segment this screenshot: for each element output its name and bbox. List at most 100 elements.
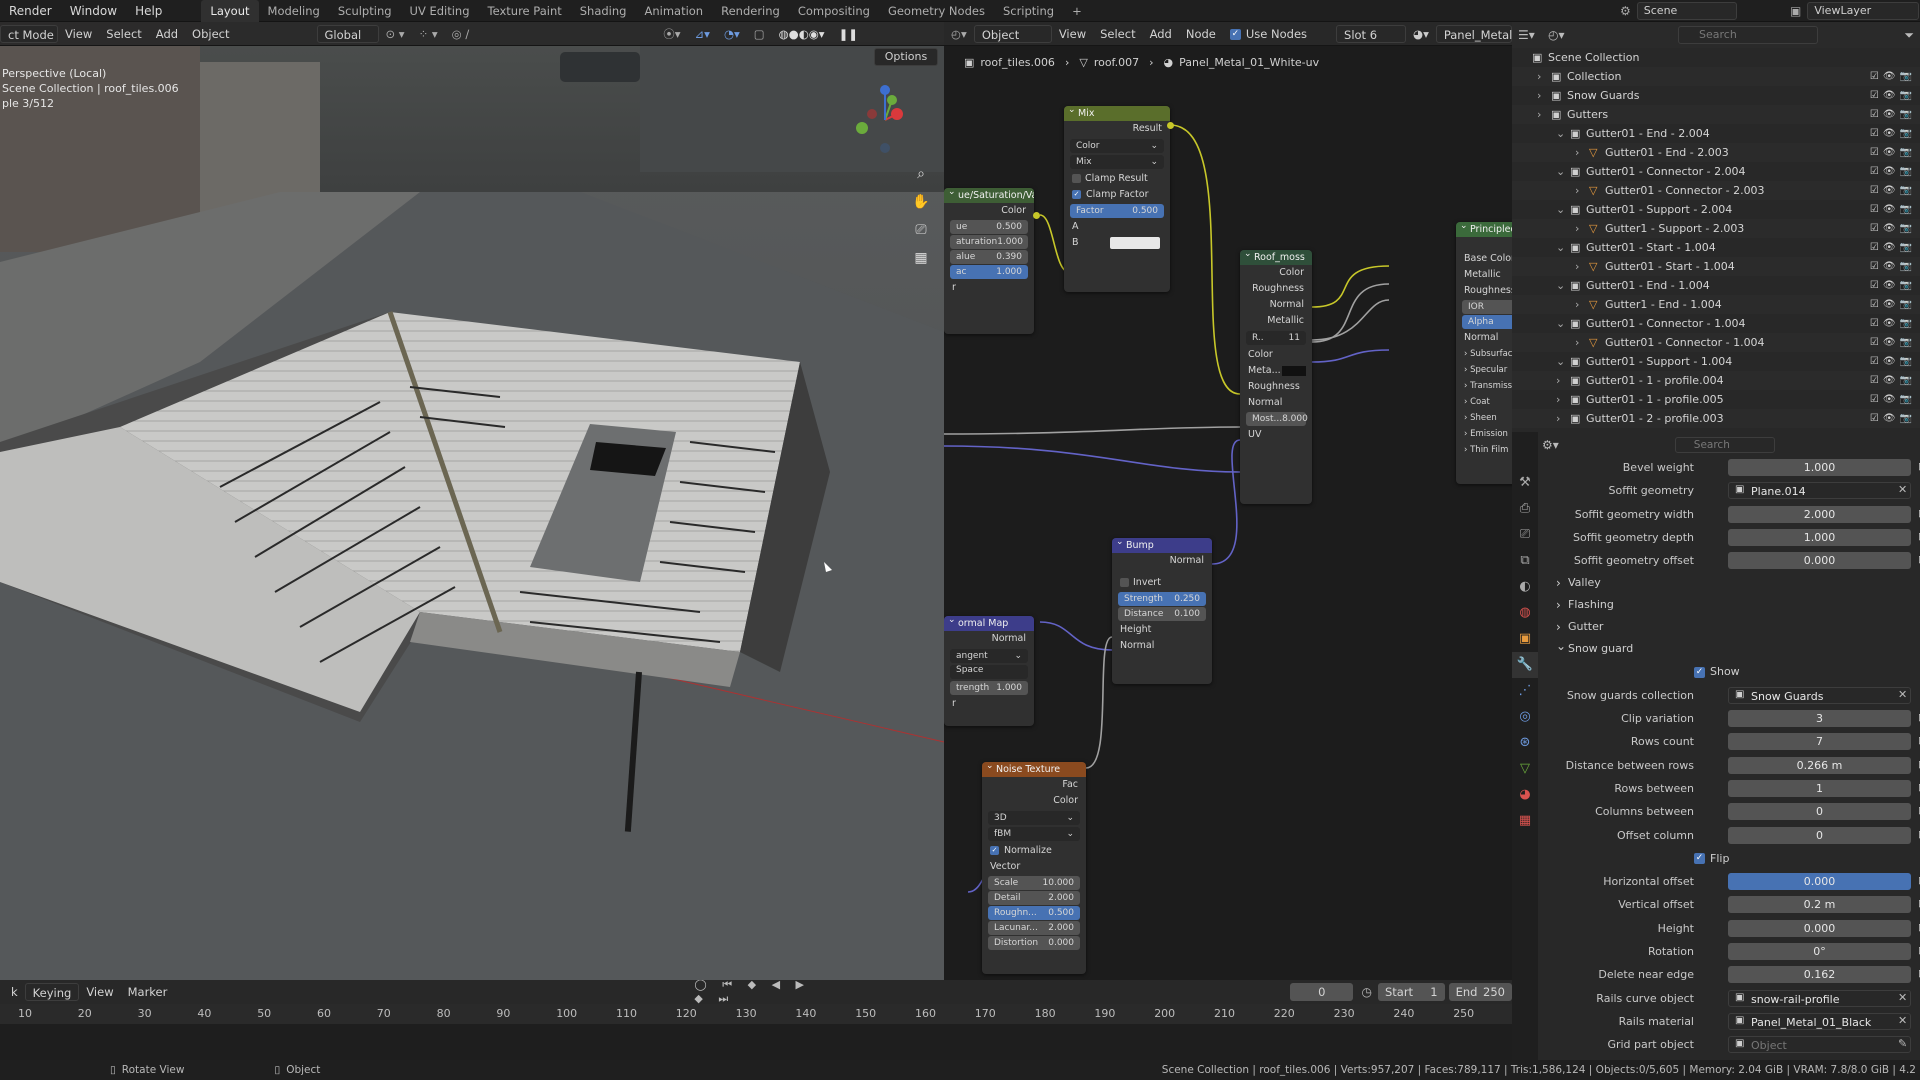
start-frame-field[interactable]: Start 1	[1377, 983, 1445, 1001]
field-lacunarity[interactable]: Lacunar... 2.000	[988, 921, 1080, 935]
visibility-toggle-icons[interactable]: ☑👁📷	[1870, 371, 1916, 390]
timeline[interactable]: k Keying View Marker ◯ ⏮ ◆ ◀ ▶ ◆ ⏭ 0 ◷ S…	[0, 980, 1512, 1060]
menu-help[interactable]: Help	[126, 0, 171, 22]
visibility-toggle-icons[interactable]: ☑👁📷	[1870, 409, 1916, 428]
node-menu-select[interactable]: Select	[1093, 25, 1142, 43]
clear-x-icon[interactable]: ✕	[1898, 483, 1907, 496]
clamp-factor-toggle[interactable]: ✓ Clamp Factor	[1064, 187, 1170, 203]
object-icon[interactable]: ▣	[1512, 626, 1538, 652]
expand-chevron-icon[interactable]: ›	[1537, 86, 1541, 105]
expand-chevron-icon[interactable]: ›	[1575, 257, 1579, 276]
section-transmission[interactable]: › Transmiss	[1456, 378, 1512, 394]
field-ior[interactable]: IOR	[1462, 300, 1512, 314]
node-menu-view[interactable]: View	[1052, 25, 1093, 43]
expand-chevron-icon[interactable]: ⌄	[1556, 162, 1565, 181]
timeline-menu-marker[interactable]: Marker	[121, 983, 175, 1001]
mode-selector[interactable]: ct Mode	[0, 24, 58, 43]
number-field[interactable]: 0°	[1728, 943, 1911, 961]
timeline-menu-view[interactable]: View	[79, 983, 120, 1001]
number-field[interactable]: 0.2 m	[1728, 896, 1911, 914]
node-roof-moss[interactable]: Roof_moss Color Roughness Normal Metalli…	[1240, 250, 1312, 504]
outliner-row[interactable]: › ▽ Gutter1 - End - 1.004 ☑👁📷	[1512, 295, 1920, 314]
color-swatch[interactable]	[1110, 237, 1160, 249]
expand-chevron-icon[interactable]: ›	[1575, 181, 1579, 200]
visibility-toggle-icons[interactable]: ☑👁📷	[1870, 238, 1916, 257]
clear-x-icon[interactable]: ✕	[1898, 688, 1907, 701]
timeline-menu-playback[interactable]: k	[4, 983, 25, 1001]
tab-uv-editing[interactable]: UV Editing	[401, 0, 479, 22]
expand-chevron-icon[interactable]: ›	[1575, 143, 1579, 162]
constraints-icon[interactable]: ⊛	[1512, 730, 1538, 756]
end-frame-field[interactable]: End 250	[1448, 983, 1512, 1001]
timeline-track[interactable]	[0, 1024, 1512, 1060]
number-field[interactable]: 0.000	[1728, 873, 1911, 891]
properties-editor[interactable]: ⚒ ⎙ ⎚ ⧉ ◐ ◍ ▣ 🔧 ⋰ ◎ ⊛ ▽ ◕ ▦ ⚙▾ Search Be…	[1512, 432, 1920, 1060]
record-icon[interactable]: ◯	[694, 980, 712, 991]
overlay-toggle-icon[interactable]: ◔▾	[717, 25, 747, 43]
gizmo-toggle-icon[interactable]: ⊿▾	[688, 25, 717, 43]
properties-search-input[interactable]: Search	[1674, 437, 1775, 453]
particles-icon[interactable]: ⋰	[1512, 678, 1538, 704]
editor-type-icon[interactable]: ◴▾	[944, 25, 974, 43]
object-picker-field[interactable]: Object	[1728, 1036, 1911, 1054]
material-sphere-icon[interactable]: ◕▾	[1406, 25, 1436, 43]
expand-chevron-icon[interactable]: ›	[1537, 105, 1541, 124]
panel-section-header[interactable]: Flashing	[1538, 594, 1920, 616]
clear-x-icon[interactable]: ✕	[1898, 1014, 1907, 1027]
number-field[interactable]: 1.000	[1728, 459, 1911, 476]
timeline-ruler[interactable]: 10 20 30 40 50 60 70 80 90 100 110 120 130 140 150 160 1…	[0, 1004, 1512, 1024]
number-field[interactable]: 0.266 m	[1728, 756, 1911, 774]
outliner-row[interactable]: › ▣ Collection ☑👁📷	[1512, 67, 1920, 86]
number-field[interactable]: 0	[1728, 803, 1911, 821]
section-sheen[interactable]: › Sheen	[1456, 410, 1512, 426]
tab-sculpting[interactable]: Sculpting	[329, 0, 401, 22]
timeline-menu-keying[interactable]: Keying	[24, 983, 80, 1001]
play-icon[interactable]: ▶	[796, 980, 810, 991]
node-menu-node[interactable]: Node	[1179, 25, 1223, 43]
number-field[interactable]: 2.000	[1728, 505, 1911, 523]
expand-chevron-icon[interactable]: ⌄	[1556, 314, 1565, 333]
modifier-icon[interactable]: 🔧	[1512, 652, 1538, 678]
panel-section-header[interactable]: Snow guard	[1538, 635, 1920, 660]
data-icon[interactable]: ▽	[1512, 756, 1538, 782]
panel-section-header[interactable]: Valley	[1538, 572, 1920, 594]
clock-icon[interactable]: ◷	[1361, 985, 1371, 999]
viewport-menu-add[interactable]: Add	[149, 25, 185, 43]
normalize-toggle[interactable]: ✓ Normalize	[982, 843, 1086, 859]
visibility-toggle-icons[interactable]: ☑👁📷	[1870, 352, 1916, 371]
noise-type-dropdown[interactable]: fBM ⌄	[988, 827, 1080, 841]
pivot-icon[interactable]: ⊙ ▾	[379, 25, 412, 43]
node-menu-add[interactable]: Add	[1143, 25, 1179, 43]
expand-chevron-icon[interactable]: ›	[1556, 409, 1560, 428]
editor-type-icon[interactable]: ⚙▾	[1542, 438, 1559, 452]
field-alpha[interactable]: Alpha	[1462, 315, 1512, 329]
outliner[interactable]: ☰▾ ◴▾ Search ⏷ ▣ Scene Collection › ▣ Collec…	[1512, 22, 1920, 432]
tab-geometry-nodes[interactable]: Geometry Nodes	[879, 0, 994, 22]
expand-chevron-icon[interactable]: ›	[1556, 371, 1560, 390]
object-picker-field[interactable]: Panel_Metal_01_Black	[1728, 1012, 1911, 1030]
panel-section-header[interactable]: Gutter	[1538, 616, 1920, 638]
shading-modes-icon[interactable]: ◍●◐◉▾	[772, 25, 832, 43]
visibility-toggle-icons[interactable]: ☑👁📷	[1870, 219, 1916, 238]
field-detail[interactable]: Detail 2.000	[988, 891, 1080, 905]
zoom-icon[interactable]: ⌕	[908, 160, 934, 188]
visibility-toggle-icons[interactable]: ☑👁📷	[1870, 86, 1916, 105]
socket-dot[interactable]	[1033, 212, 1040, 219]
expand-chevron-icon[interactable]: ⌄	[1556, 276, 1565, 295]
clamp-result-toggle[interactable]: Clamp Result	[1064, 171, 1170, 187]
outliner-row[interactable]: ⌄ ▣ Gutter01 - Connector - 2.004 ☑👁📷	[1512, 162, 1920, 181]
expand-chevron-icon[interactable]: ⌄	[1556, 352, 1565, 371]
node-normal-map[interactable]: ormal Map Normal angent Space⌄ trength1.…	[944, 616, 1034, 726]
number-field[interactable]: 0	[1728, 826, 1911, 844]
visibility-toggle-icons[interactable]: ☑👁📷	[1870, 162, 1916, 181]
tab-shading[interactable]: Shading	[571, 0, 636, 22]
field-fac[interactable]: ac 1.000	[950, 265, 1028, 279]
outliner-row[interactable]: › ▽ Gutter01 - Connector - 2.003 ☑👁📷	[1512, 181, 1920, 200]
checkbox-row[interactable]: ✓ Show	[1538, 660, 1920, 683]
menu-render[interactable]: Render	[0, 0, 61, 22]
field-hue[interactable]: ue 0.500	[950, 220, 1028, 234]
tool-icon[interactable]: ⚒	[1512, 470, 1538, 496]
outliner-row[interactable]: › ▽ Gutter01 - Start - 1.004 ☑👁📷	[1512, 257, 1920, 276]
visibility-toggle-icons[interactable]: ☑👁📷	[1870, 276, 1916, 295]
visibility-toggle-icons[interactable]: ☑👁📷	[1870, 105, 1916, 124]
